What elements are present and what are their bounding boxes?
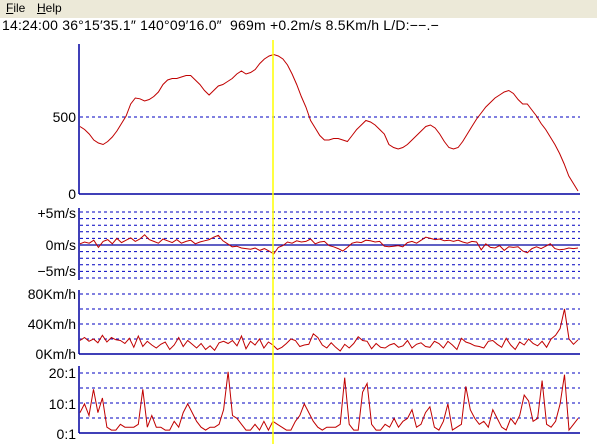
glide-tick-20: 20:1 <box>49 365 76 381</box>
glide-tick-0: 0:1 <box>57 426 77 442</box>
vario-tick-minus5: −5m/s <box>37 263 76 279</box>
altitude-tick-0: 0 <box>68 186 76 202</box>
glide-trace <box>79 371 579 432</box>
speed-tick-80: 80Km/h <box>28 286 76 302</box>
altitude-trace <box>79 53 579 192</box>
vario-tick-plus5: +5m/s <box>37 205 76 221</box>
flight-log-plots[interactable]: 500 0 +5m/s 0m/s −5m/s 80Km/h 40Km/h 0Km… <box>0 0 597 444</box>
altitude-tick-500: 500 <box>53 109 77 125</box>
speed-tick-40: 40Km/h <box>28 316 76 332</box>
glide-panel: 20:1 10:1 0:1 <box>49 365 580 442</box>
altitude-panel: 500 0 <box>53 44 580 202</box>
speed-trace <box>79 308 579 352</box>
vario-panel: +5m/s 0m/s −5m/s <box>37 205 580 280</box>
vario-tick-0: 0m/s <box>46 237 76 253</box>
speed-tick-0: 0Km/h <box>36 346 76 362</box>
speed-panel: 80Km/h 40Km/h 0Km/h <box>28 286 580 362</box>
glide-tick-10: 10:1 <box>49 396 76 412</box>
